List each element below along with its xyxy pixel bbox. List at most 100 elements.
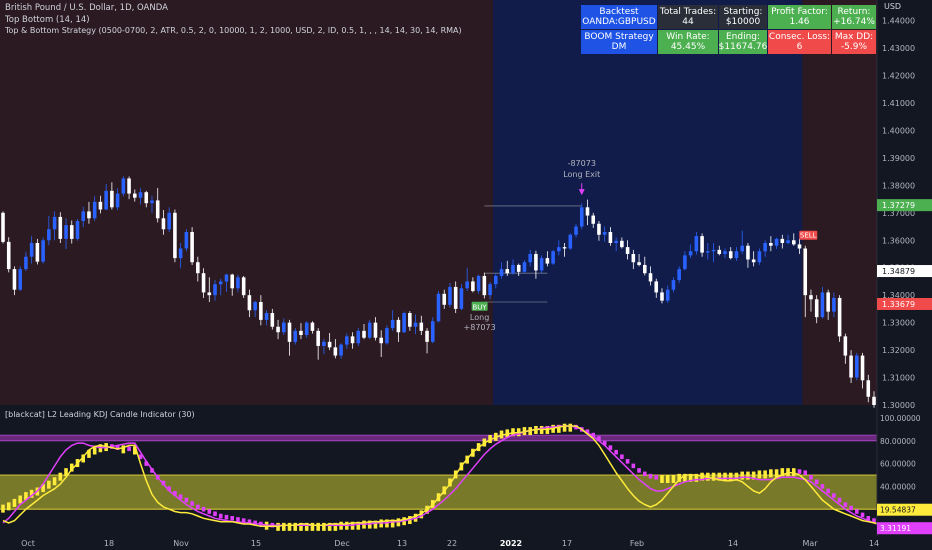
candle-body [92, 201, 97, 219]
candle-body [104, 190, 108, 210]
candle-body [511, 264, 515, 274]
max-dd-label: Max DD: [834, 32, 874, 42]
kdj-bar [230, 516, 234, 521]
exit-text: Long Exit [563, 170, 600, 179]
kdj-bar [18, 495, 22, 504]
candle-body [133, 193, 137, 198]
candle-body [327, 341, 332, 348]
candle-body [167, 212, 171, 230]
kdj-bar [671, 475, 676, 483]
candle-body [706, 251, 710, 253]
candle-body [734, 251, 739, 259]
candle-body [236, 277, 240, 289]
price-tick: 1.41000 [882, 99, 915, 108]
candle-body [786, 240, 790, 243]
price-tick: 1.38000 [882, 181, 915, 190]
backtest-title-cell: Backtest OANDA:GBPUSD [581, 5, 657, 29]
max-dd-cell: Max DD: -5.9% [832, 30, 876, 54]
candle-body [551, 251, 555, 264]
kdj-bar [855, 509, 859, 514]
kdj-bar [196, 504, 200, 510]
kdj-bar [47, 480, 51, 489]
candle-body [304, 322, 309, 335]
candle-body [201, 273, 206, 293]
kdj-bar [190, 501, 194, 506]
backtest-table: Backtest OANDA:GBPUSD Total Trades: 44 S… [581, 5, 876, 54]
candle-body [728, 251, 733, 259]
indicator-legend: Top Bottom (14, 14) [5, 15, 90, 25]
backtest-symbol: OANDA:GBPUSD [582, 17, 656, 27]
candle-body [665, 289, 670, 301]
candle-body [110, 190, 114, 208]
candle-body [545, 258, 550, 264]
kdj-bar [207, 509, 212, 514]
candle-body [121, 178, 126, 194]
candle-body [488, 284, 492, 296]
candle-body [373, 322, 378, 338]
profit-factor-label: Profit Factor: [771, 7, 828, 17]
kdj-bar [820, 484, 825, 489]
total-trades-label: Total Trades: [659, 7, 717, 17]
candle-body [820, 292, 825, 318]
starting-label: Starting: [723, 7, 763, 17]
candle-body [47, 229, 51, 241]
kdj-bar [837, 497, 842, 503]
candle-body [837, 297, 842, 337]
indicator-tick: 60.00000 [880, 460, 916, 469]
candle-body [591, 215, 596, 224]
candle-body [350, 336, 355, 344]
strategy-cell: BOOM Strategy DM [581, 30, 657, 54]
candle-body [774, 238, 779, 246]
candle-body [293, 330, 298, 342]
candle-body [184, 232, 189, 249]
candle-body [419, 322, 424, 331]
kdj-bar [711, 472, 716, 481]
candle-body [757, 251, 762, 263]
candle-body [637, 262, 641, 265]
candle-body [127, 178, 131, 194]
candle-body [316, 330, 320, 346]
kdj-bar [728, 472, 733, 481]
candle-body [339, 344, 343, 356]
buy-label: BUY [473, 303, 488, 311]
candle-body [557, 247, 561, 252]
candle-body [694, 236, 699, 252]
candle-body [711, 249, 716, 252]
time-tick: 18 [104, 539, 114, 548]
total-trades-cell: Total Trades: 44 [658, 5, 718, 29]
candle-body [769, 243, 773, 246]
kdj-bar [316, 522, 320, 531]
price-tick: 1.32000 [882, 346, 915, 355]
candle-body [64, 225, 68, 239]
candle-body [12, 269, 17, 290]
candle-body [562, 247, 567, 249]
candle-body [144, 192, 149, 204]
time-tick: Dec [334, 539, 349, 548]
candle-body [35, 243, 40, 262]
candle-body [150, 200, 154, 204]
candle-body [18, 269, 22, 290]
candle-body [155, 200, 160, 219]
candle-body [87, 211, 91, 219]
kdj-bar [310, 522, 315, 531]
total-trades-value: 44 [682, 17, 694, 27]
time-tick: 14 [869, 539, 879, 548]
candle-body [700, 236, 704, 253]
price-tick: 1.30000 [882, 401, 915, 410]
win-rate-cell: Win Rate: 45.45% [658, 30, 718, 54]
candle-body [41, 240, 45, 262]
candle-body [568, 234, 573, 249]
candle-body [631, 253, 636, 263]
candle-body [597, 223, 601, 235]
indicator-label: 19.54837 [880, 506, 916, 515]
entry-text: Long [470, 313, 489, 322]
kdj-bar [637, 468, 641, 473]
candle-body [746, 245, 750, 260]
candle-body [345, 336, 349, 345]
max-dd-value: -5.9% [840, 42, 868, 52]
candle-body [482, 275, 487, 296]
candle-body [534, 253, 538, 271]
candle-body [29, 243, 34, 257]
zone-layer [0, 0, 877, 405]
candle-body [465, 281, 469, 289]
